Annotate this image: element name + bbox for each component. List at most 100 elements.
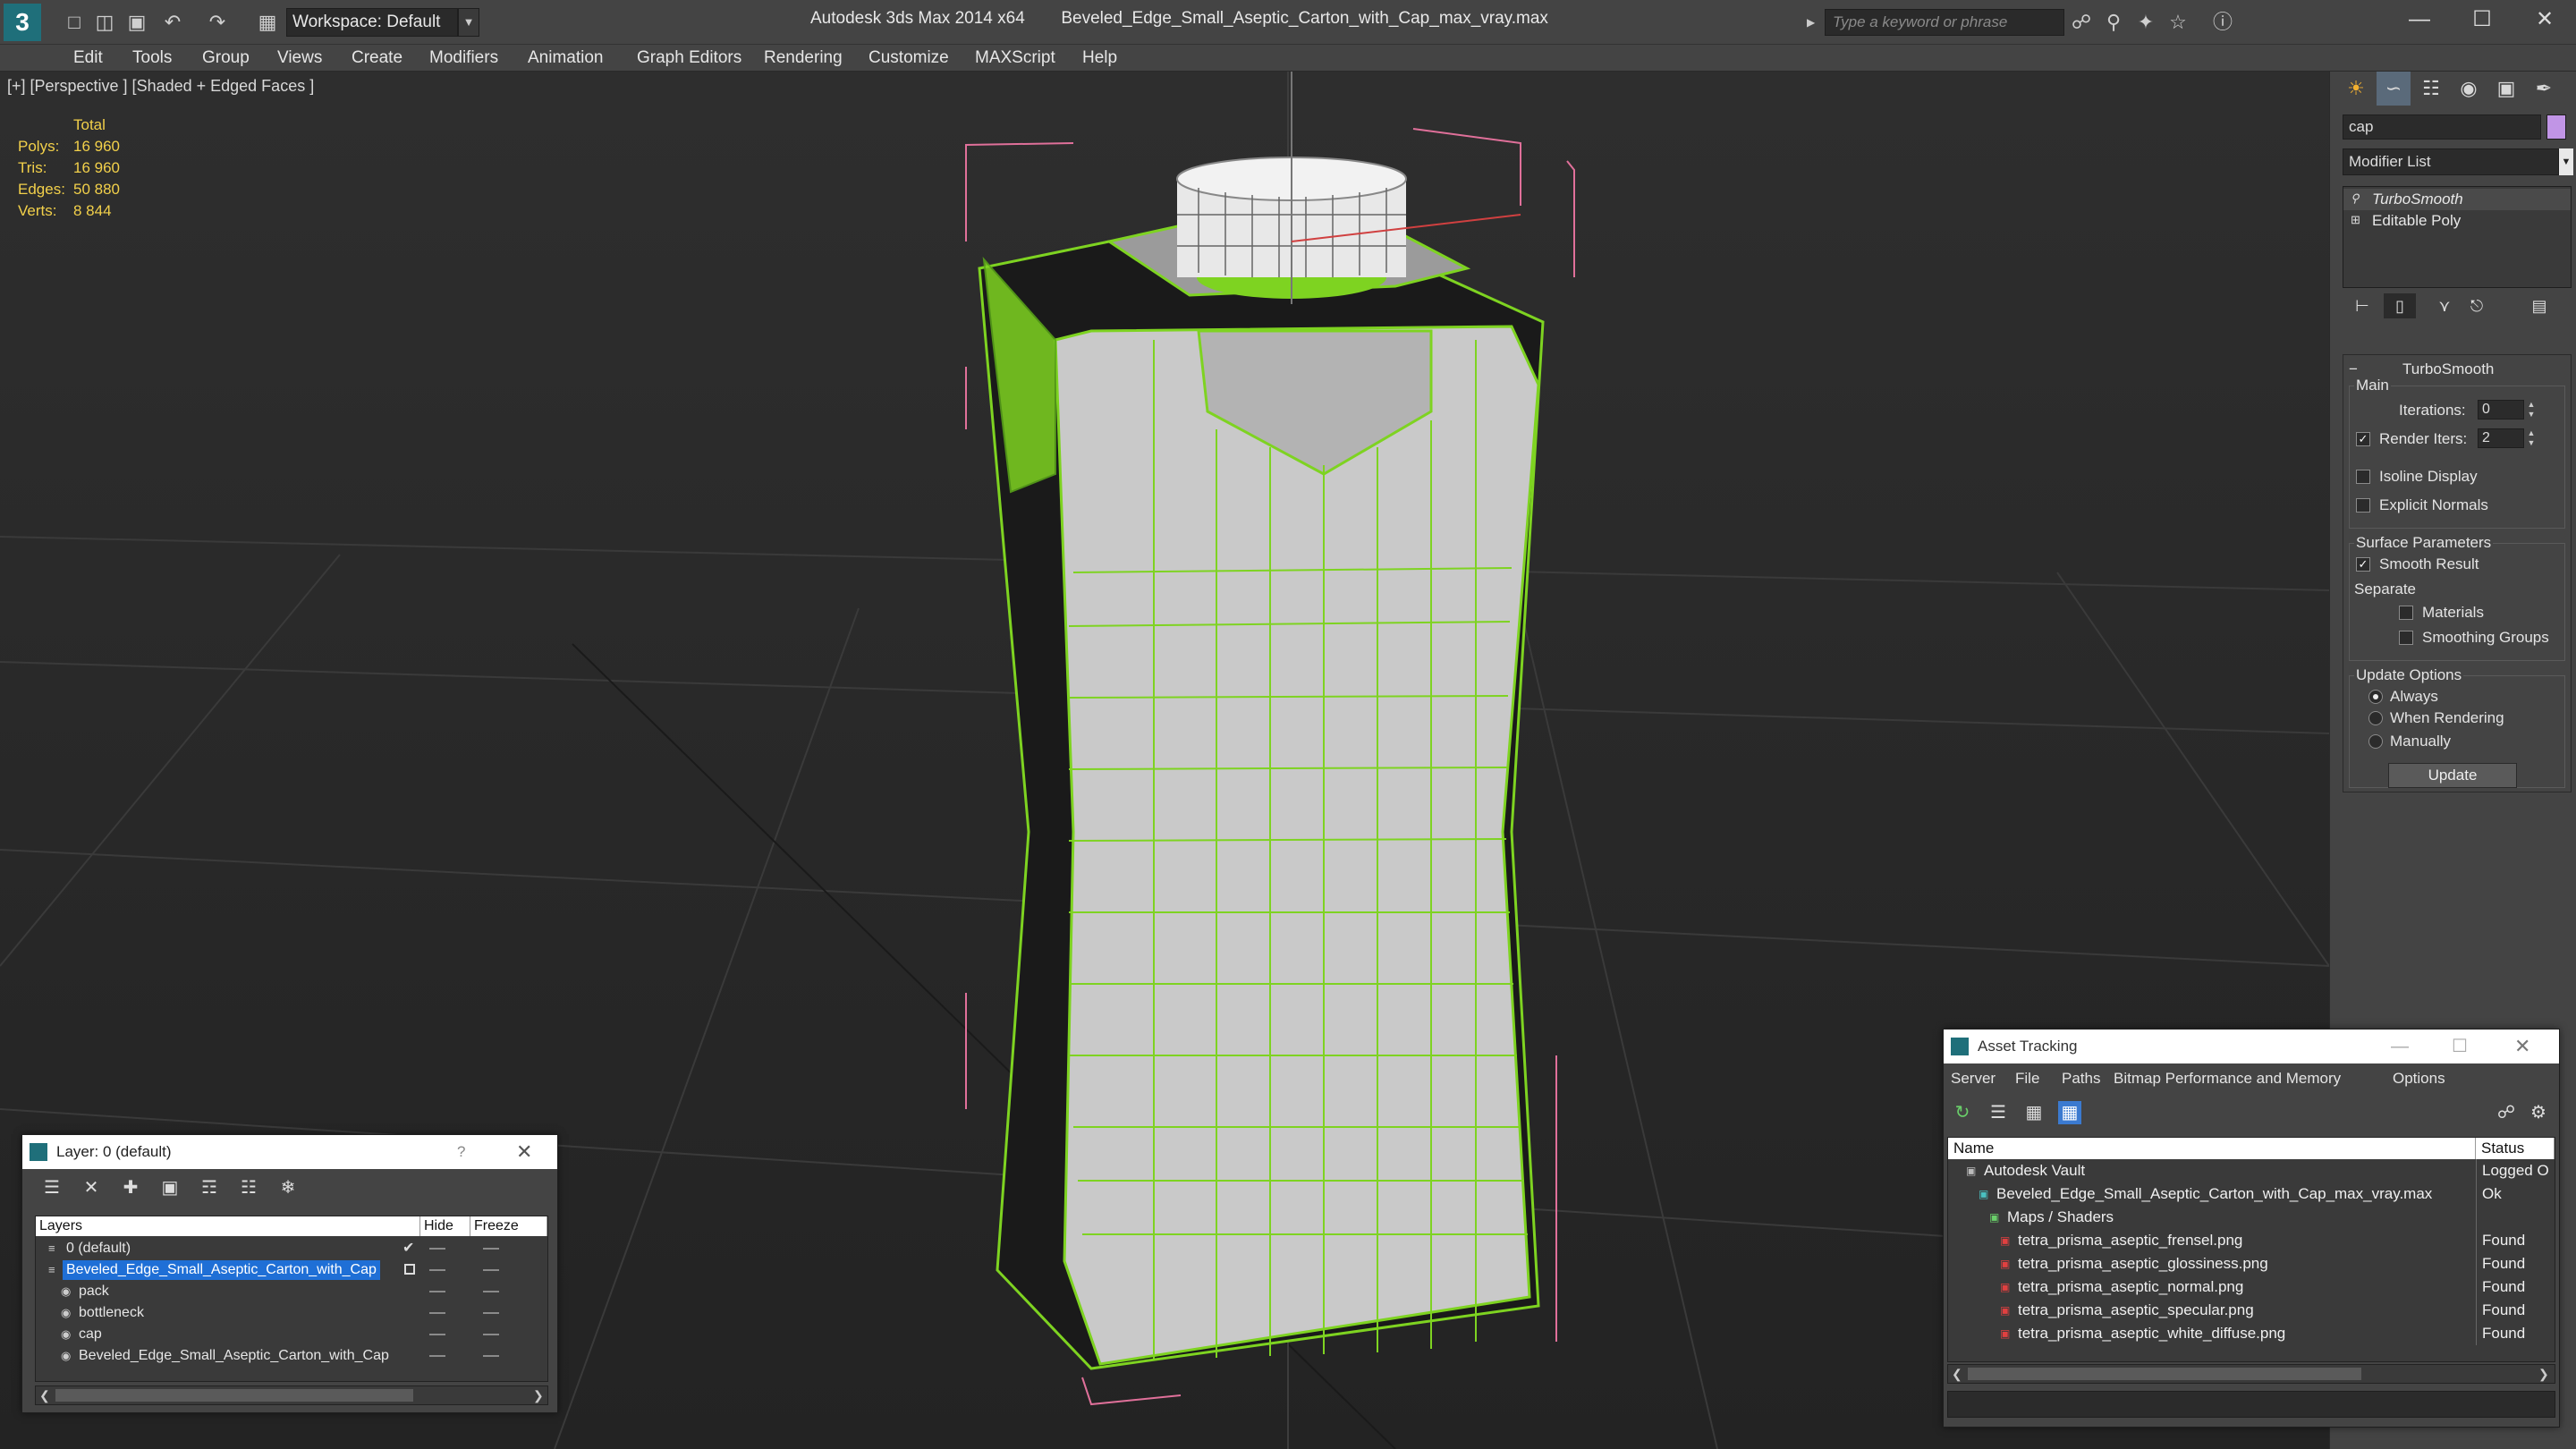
freeze-toggle[interactable] [483,1291,499,1292]
pin-stack-icon[interactable]: ⊢ [2346,293,2378,318]
manually-radio[interactable] [2368,734,2383,749]
scroll-thumb[interactable] [55,1389,413,1402]
asset-scrollbar[interactable]: ❮ ❯ [1947,1364,2555,1384]
scroll-thumb[interactable] [1968,1368,2361,1380]
modify-tab-icon[interactable]: ∽ [2377,72,2411,106]
current-layer-box-icon[interactable] [404,1264,415,1275]
utilities-tab-icon[interactable]: ✒ [2527,72,2561,106]
column-header-freeze[interactable]: Freeze [470,1216,547,1236]
help-icon[interactable]: ⓘ [2211,11,2234,34]
column-header-layers[interactable]: Layers [36,1216,420,1236]
scroll-right-icon[interactable]: ❯ [533,1386,544,1404]
search-input[interactable]: Type a keyword or phrase [1825,9,2064,36]
menu-modifiers[interactable]: Modifiers [429,45,498,72]
remove-modifier-icon[interactable]: ⎋ [2461,293,2493,318]
scroll-left-icon[interactable]: ❮ [39,1386,50,1404]
asset-row[interactable]: ▣ tetra_prisma_aseptic_normal.png Found [1948,1275,2555,1299]
app-logo-icon[interactable]: 3 [4,4,41,41]
column-header-hide[interactable]: Hide [420,1216,470,1236]
project-folder-icon[interactable]: ▦ [256,11,279,34]
layer-row[interactable]: ≡ Beveled_Edge_Small_Aseptic_Carton_with_… [36,1259,547,1281]
menu-edit[interactable]: Edit [73,45,103,72]
select-objects-icon[interactable]: ▣ [158,1176,182,1199]
iterations-spinner[interactable]: 0 [2478,400,2524,419]
motion-tab-icon[interactable]: ◉ [2452,72,2486,106]
layer-scrollbar[interactable]: ❮ ❯ [35,1385,548,1405]
maximize-icon[interactable]: ☐ [2452,1030,2468,1063]
layer-row[interactable]: ◉ pack [36,1281,547,1302]
hide-toggle[interactable] [429,1312,445,1314]
asset-window-title[interactable]: Asset Tracking — ☐ ✕ [1944,1030,2559,1063]
menu-maxscript[interactable]: MAXScript [975,45,1055,72]
when-rendering-radio[interactable] [2368,711,2383,725]
add-to-layer-icon[interactable]: ✚ [119,1176,142,1199]
show-end-result-icon[interactable]: ▯ [2384,293,2416,318]
grid-view-icon[interactable]: ▦ [2058,1101,2081,1124]
binoculars-icon[interactable]: ☍ [2070,11,2093,34]
highlight-layer-icon[interactable]: ☶ [198,1176,221,1199]
rollout-title[interactable]: TurboSmooth [2402,360,2494,378]
asset-row[interactable]: ▣ tetra_prisma_aseptic_frensel.png Found [1948,1229,2555,1252]
asset-menu-paths[interactable]: Paths [2062,1063,2100,1094]
hide-toggle[interactable] [429,1291,445,1292]
open-file-icon[interactable]: ◫ [93,11,116,34]
freeze-toggle[interactable] [483,1355,499,1357]
modifier-list-dropdown[interactable]: Modifier List [2343,148,2559,175]
asset-row[interactable]: ▣ Beveled_Edge_Small_Aseptic_Carton_with_… [1948,1182,2555,1206]
freeze-toggle[interactable] [483,1312,499,1314]
delete-layer-icon[interactable]: ✕ [80,1176,103,1199]
update-button[interactable]: Update [2388,763,2517,788]
render-iters-spinner[interactable]: 2 [2478,428,2524,448]
expand-plus-icon[interactable]: ⊞ [2351,214,2363,226]
object-color-swatch[interactable] [2546,114,2566,140]
asset-menu-file[interactable]: File [2015,1063,2039,1094]
freeze-all-icon[interactable]: ❄ [276,1176,300,1199]
undo-icon[interactable]: ↶ [161,11,184,34]
menu-tools[interactable]: Tools [132,45,172,72]
list-view-icon[interactable]: ☰ [1987,1101,2010,1124]
close-icon[interactable]: ✕ [2522,4,2567,36]
scroll-right-icon[interactable]: ❯ [2538,1365,2549,1383]
minimize-icon[interactable]: — [2391,1030,2409,1063]
hide-toggle[interactable] [429,1334,445,1335]
close-icon[interactable]: ✕ [516,1135,532,1169]
create-layer-icon[interactable]: ☰ [40,1176,64,1199]
close-icon[interactable]: ✕ [2514,1030,2530,1063]
scroll-left-icon[interactable]: ❮ [1952,1365,1962,1383]
asset-menu-server[interactable]: Server [1951,1063,1996,1094]
create-tab-icon[interactable]: ☀ [2339,72,2373,106]
help-icon[interactable]: ? [457,1135,465,1169]
lightbulb-icon[interactable]: ⚲ [2351,192,2363,205]
vault-settings-icon[interactable]: ⚙ [2527,1101,2550,1124]
favorites-star-icon[interactable]: ☆ [2166,11,2190,34]
menu-rendering[interactable]: Rendering [764,45,843,72]
communication-icon[interactable]: ✦ [2134,11,2157,34]
layer-window-title[interactable]: Layer: 0 (default) ? ✕ [22,1135,557,1169]
active-layer-check-icon[interactable]: ✔ [402,1238,414,1259]
maximize-icon[interactable]: ☐ [2460,4,2504,36]
asset-menu-bitmap[interactable]: Bitmap Performance and Memory [2114,1063,2341,1094]
menu-help[interactable]: Help [1082,45,1117,72]
menu-create[interactable]: Create [352,45,402,72]
rollout-collapse-icon[interactable]: − [2349,360,2358,378]
chevron-down-icon[interactable]: ▼ [2559,148,2573,175]
column-header-status[interactable]: Status [2476,1138,2555,1159]
freeze-toggle[interactable] [483,1269,499,1271]
hide-toggle[interactable] [429,1355,445,1357]
asset-row[interactable]: ▣ tetra_prisma_aseptic_specular.png Found [1948,1299,2555,1322]
hide-toggle[interactable] [429,1248,445,1250]
hide-toggle[interactable] [429,1269,445,1271]
menu-group[interactable]: Group [202,45,250,72]
hierarchy-tab-icon[interactable]: ☷ [2414,72,2448,106]
smoothing-groups-checkbox[interactable] [2399,631,2413,645]
configure-modifier-sets-icon[interactable]: ▤ [2523,293,2555,318]
render-iters-checkbox[interactable]: ✓ [2356,432,2370,446]
chevron-down-icon[interactable]: ▼ [458,8,479,37]
save-icon[interactable]: ▣ [125,11,148,34]
object-name-input[interactable]: cap [2343,114,2541,140]
asset-path-field[interactable] [1947,1391,2555,1418]
layer-row[interactable]: ◉ Beveled_Edge_Small_Aseptic_Carton_with_… [36,1345,547,1367]
stack-item-editable-poly[interactable]: ⊞ Editable Poly [2343,210,2571,232]
materials-checkbox[interactable] [2399,606,2413,620]
subscription-icon[interactable]: ⚲ [2102,11,2125,34]
